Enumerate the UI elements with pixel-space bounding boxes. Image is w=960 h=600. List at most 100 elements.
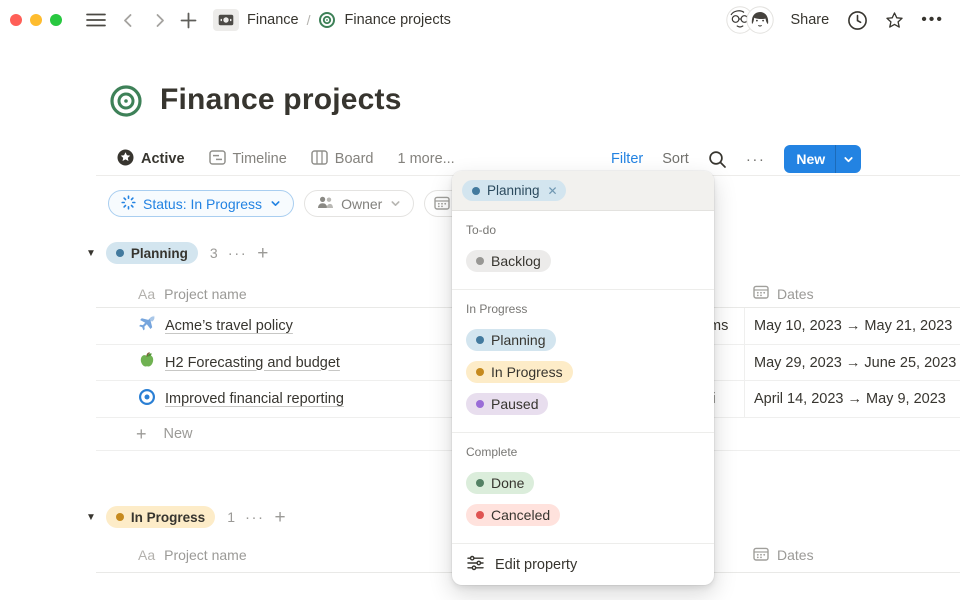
people-icon [317,195,334,212]
project-name-link[interactable]: Improved financial reporting [165,391,344,407]
tab-timeline[interactable]: Timeline [209,149,287,170]
menu-section-complete: Complete Done Canceled [452,433,714,544]
collapse-triangle-icon[interactable]: ▼ [86,248,96,259]
filter-button[interactable]: Filter [611,151,643,167]
edit-property-button[interactable]: Edit property [452,544,714,585]
tag-dot [476,511,484,519]
group-header-planning: ▼ Planning 3 ··· + [86,242,268,264]
menu-option-planning[interactable]: Planning [466,324,700,356]
banknote-icon [213,9,239,31]
green-apple-icon [138,351,156,374]
column-header-project-name[interactable]: Project name [164,286,246,302]
menu-option-in-progress[interactable]: In Progress [466,356,700,388]
minimize-window-button[interactable] [30,14,42,26]
status-filter-chip[interactable]: Status: In Progress [108,190,294,217]
status-filter-input[interactable]: Planning ✕ [452,171,714,211]
group-more-icon[interactable]: ··· [245,509,265,526]
group-add-icon[interactable]: + [274,508,285,527]
group-count: 1 [227,509,235,525]
target-icon [318,11,336,29]
status-filter-label: Status: In Progress [143,196,262,212]
toolbar-right: Share ••• [726,6,944,34]
column-header-dates[interactable]: Dates [777,286,814,302]
option-label: Planning [491,332,546,348]
group-add-icon[interactable]: + [257,244,268,263]
breadcrumb-finance-projects[interactable]: Finance projects [344,12,450,28]
group-count: 3 [210,245,218,261]
board-icon [311,149,328,170]
collapse-triangle-icon[interactable]: ▼ [86,512,96,523]
option-label: Done [491,475,524,491]
page-title: Finance projects [160,83,402,117]
tab-more-views[interactable]: 1 more... [398,151,455,167]
menu-group-label: In Progress [466,302,700,316]
chevron-down-icon [270,198,281,209]
column-header-project-name[interactable]: Project name [164,547,246,563]
selected-tag-planning[interactable]: Planning ✕ [462,180,566,201]
tab-label: 1 more... [398,151,455,167]
option-label: In Progress [491,364,563,380]
dates-cell[interactable]: May 10, 2023 → May 21, 2023 [744,308,960,344]
plus-icon: + [136,424,147,445]
option-label: Canceled [491,507,550,523]
option-label: Backlog [491,253,541,269]
view-more-icon[interactable]: ··· [746,151,766,168]
back-icon[interactable] [120,12,137,29]
status-filter-menu: Planning ✕ To-do Backlog In Progress Pla… [452,171,714,585]
option-label: Paused [491,396,538,412]
sort-button[interactable]: Sort [662,151,689,167]
forward-icon[interactable] [151,12,168,29]
project-name-link[interactable]: Acme’s travel policy [165,318,293,334]
selected-tag-label: Planning [487,183,540,198]
tag-dot [116,513,124,521]
dates-cell[interactable]: April 14, 2023 → May 9, 2023 [744,381,960,417]
new-button[interactable]: New [784,145,861,173]
menu-option-done[interactable]: Done [466,467,700,499]
owner-filter-label: Owner [341,196,382,212]
group-tag-planning[interactable]: Planning [106,242,198,264]
breadcrumb-finance[interactable]: Finance [247,12,299,28]
calendar-icon [753,284,769,303]
breadcrumb-separator: / [307,12,311,28]
menu-option-backlog[interactable]: Backlog [466,245,700,277]
sparkle-icon [121,195,136,213]
remove-tag-icon[interactable]: ✕ [548,184,558,198]
sliders-icon [467,555,484,575]
dates-cell[interactable]: May 29, 2023 → June 25, 2023 [744,345,960,380]
avatar [746,6,774,34]
menu-section-todo: To-do Backlog [452,211,714,290]
zoom-window-button[interactable] [50,14,62,26]
column-header-dates[interactable]: Dates [777,547,814,563]
new-button-label[interactable]: New [784,145,835,173]
tag-dot [476,336,484,344]
starred-view-icon [117,149,134,170]
group-more-icon[interactable]: ··· [228,245,248,262]
menu-option-canceled[interactable]: Canceled [466,499,700,531]
app-window: Finance / Finance projects Share ••• Fin… [0,0,960,600]
tab-active[interactable]: Active [117,149,185,170]
more-options-icon[interactable]: ••• [921,11,944,29]
chevron-down-icon[interactable] [836,145,861,173]
window-toolbar: Finance / Finance projects Share ••• [0,0,960,40]
dart-icon [138,388,156,411]
share-button[interactable]: Share [790,12,829,28]
calendar-icon [434,195,450,213]
star-icon[interactable] [884,10,905,31]
text-property-icon: Aa [138,286,155,302]
sidebar-toggle-icon[interactable] [86,12,106,28]
tab-board[interactable]: Board [311,149,374,170]
new-tab-icon[interactable] [180,12,197,29]
member-avatars[interactable] [726,6,774,34]
search-icon[interactable] [708,150,727,169]
owner-filter-chip[interactable]: Owner [304,190,414,217]
group-tag-in-progress[interactable]: In Progress [106,506,215,528]
menu-option-paused[interactable]: Paused [466,388,700,420]
tab-label: Active [141,151,185,167]
project-name-link[interactable]: H2 Forecasting and budget [165,355,340,371]
page-icon-target[interactable] [108,83,144,124]
close-window-button[interactable] [10,14,22,26]
text-property-icon: Aa [138,547,155,563]
hidden-column-cell: ms [714,318,744,334]
clock-icon[interactable] [847,10,868,31]
tab-label: Timeline [233,151,287,167]
